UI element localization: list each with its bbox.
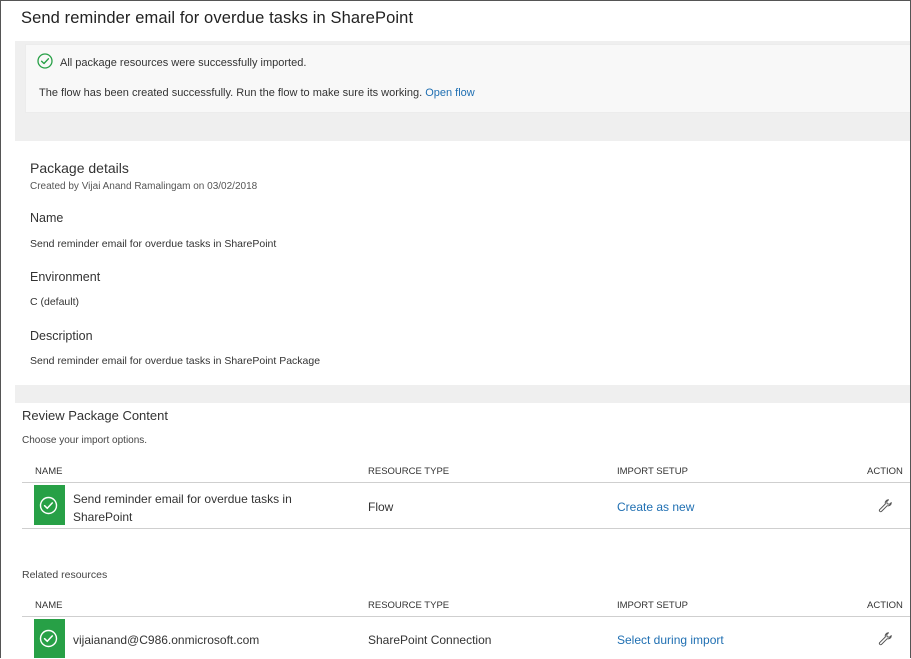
column-header-resource-type: RESOURCE TYPE — [368, 600, 450, 611]
column-header-name: NAME — [35, 600, 63, 611]
check-circle-icon — [39, 496, 58, 515]
flow-created-message: The flow has been created successfully. … — [39, 87, 475, 99]
resource-type: SharePoint Connection — [368, 633, 492, 647]
page-title: Send reminder email for overdue tasks in… — [21, 9, 414, 27]
wrench-icon[interactable] — [877, 498, 893, 514]
resource-name: Send reminder email for overdue tasks in… — [73, 490, 292, 526]
package-details-section: Package details Created by Vijai Anand R… — [15, 141, 910, 385]
review-content-subheading: Choose your import options. — [22, 435, 148, 446]
open-flow-link[interactable]: Open flow — [425, 87, 475, 99]
description-value: Send reminder email for overdue tasks in… — [30, 355, 321, 367]
column-header-action: ACTION — [867, 466, 903, 477]
import-package-page: Send reminder email for overdue tasks in… — [0, 0, 911, 658]
resource-name: vijaianand@C986.onmicrosoft.com — [73, 633, 260, 647]
column-header-resource-type: RESOURCE TYPE — [368, 466, 450, 477]
environment-label: Environment — [30, 270, 101, 284]
wrench-icon[interactable] — [877, 631, 893, 647]
column-header-name: NAME — [35, 466, 63, 477]
environment-value: C (default) — [30, 296, 80, 308]
package-details-heading: Package details — [30, 160, 129, 176]
row-status-indicator — [34, 619, 65, 658]
column-header-action: ACTION — [867, 600, 903, 611]
name-value: Send reminder email for overdue tasks in… — [30, 238, 277, 250]
table-divider — [22, 616, 910, 617]
resource-type: Flow — [368, 500, 394, 514]
package-created-by: Created by Vijai Anand Ramalingam on 03/… — [30, 181, 258, 192]
resource-name-line: SharePoint — [73, 510, 133, 524]
import-setup-create-as-new[interactable]: Create as new — [617, 500, 694, 514]
table-divider — [22, 482, 910, 483]
check-circle-icon — [37, 53, 53, 69]
name-label: Name — [30, 211, 64, 225]
table-divider — [22, 528, 910, 529]
section-divider-band — [15, 385, 910, 403]
description-label: Description — [30, 329, 93, 343]
review-content-heading: Review Package Content — [22, 408, 168, 423]
column-header-import-setup: IMPORT SETUP — [617, 600, 688, 611]
import-status-panel: All package resources were successfully … — [25, 44, 910, 113]
check-circle-icon — [39, 629, 58, 648]
import-success-message: All package resources were successfully … — [60, 57, 307, 69]
flow-created-text: The flow has been created successfully. … — [39, 87, 423, 99]
row-status-indicator — [34, 485, 65, 525]
related-resources-heading: Related resources — [22, 569, 108, 581]
resource-name-line: Send reminder email for overdue tasks in — [73, 492, 292, 506]
column-header-import-setup: IMPORT SETUP — [617, 466, 688, 477]
import-setup-select-during-import[interactable]: Select during import — [617, 633, 724, 647]
